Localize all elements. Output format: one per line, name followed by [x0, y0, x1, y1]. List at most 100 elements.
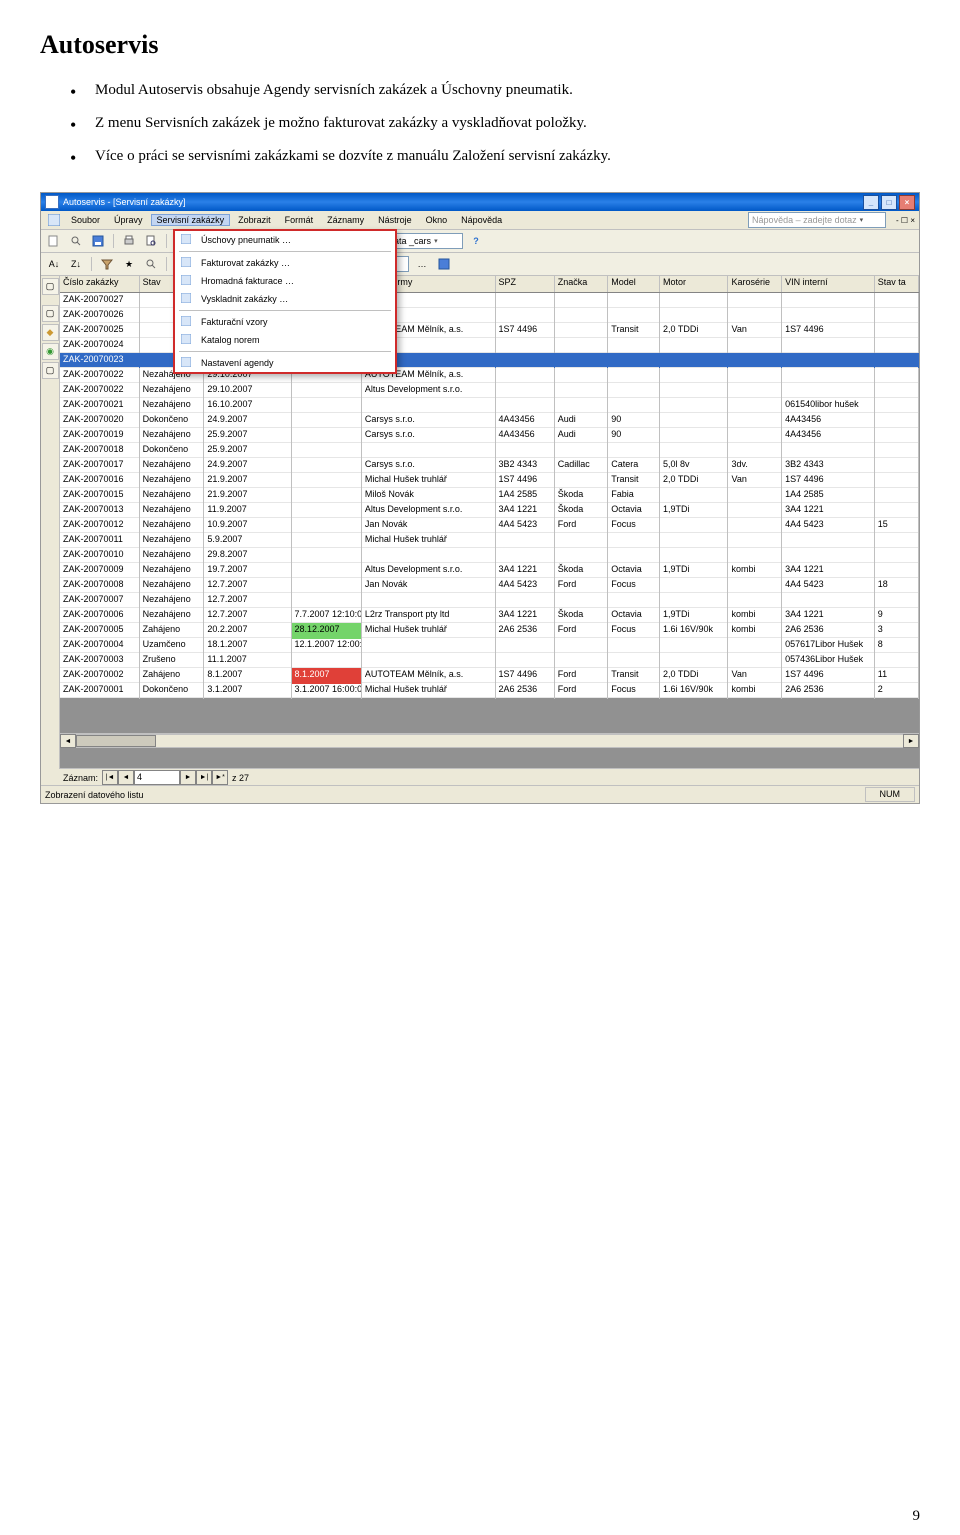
- table-cell: 8.1.2007: [292, 668, 362, 684]
- nav-next-button[interactable]: ►: [180, 770, 196, 785]
- preview-icon[interactable]: [142, 232, 160, 250]
- dropdown-item[interactable]: Hromadná fakturace …: [175, 272, 395, 290]
- table-cell: Transit: [608, 473, 660, 489]
- col-header[interactable]: Motor: [660, 276, 728, 292]
- col-header[interactable]: SPZ: [496, 276, 555, 292]
- menu-zobrazit[interactable]: Zobrazit: [232, 214, 277, 226]
- close-button[interactable]: ×: [899, 195, 915, 210]
- table-row[interactable]: ZAK-20070013Nezahájeno11.9.2007Altus Dev…: [60, 503, 919, 518]
- table-cell: [782, 308, 875, 324]
- table-row[interactable]: ZAK-20070009Nezahájeno19.7.2007Altus Dev…: [60, 563, 919, 578]
- table-cell: [660, 428, 728, 444]
- sort-asc-icon[interactable]: A↓: [45, 255, 63, 273]
- menu-nastroje[interactable]: Nástroje: [372, 214, 418, 226]
- favorite-icon[interactable]: ★: [120, 255, 138, 273]
- table-cell: [496, 593, 555, 609]
- scroll-left-button[interactable]: ◄: [60, 734, 76, 748]
- filter-more-icon[interactable]: …: [413, 255, 431, 273]
- table-row[interactable]: ZAK-20070005Zahájeno20.2.200728.12.2007M…: [60, 623, 919, 638]
- table-row[interactable]: ZAK-20070016Nezahájeno21.9.2007Michal Hu…: [60, 473, 919, 488]
- table-row[interactable]: ZAK-20070011Nezahájeno5.9.2007Michal Huš…: [60, 533, 919, 548]
- mdi-restore-icon[interactable]: - ☐ ×: [896, 216, 915, 225]
- dropdown-item[interactable]: Úschovy pneumatik …: [175, 231, 395, 249]
- table-row[interactable]: ZAK-20070003Zrušeno11.1.2007057436Libor …: [60, 653, 919, 668]
- print-icon[interactable]: [120, 232, 138, 250]
- nav-first-button[interactable]: |◄: [102, 770, 118, 785]
- table-row[interactable]: ZAK-20070019Nezahájeno25.9.2007Carsys s.…: [60, 428, 919, 443]
- col-header[interactable]: Stav ta: [875, 276, 919, 292]
- sidetool-icon[interactable]: ▢: [42, 278, 59, 295]
- statusbar: Zobrazení datového listu NUM: [41, 785, 919, 803]
- filter-icon[interactable]: [98, 255, 116, 273]
- menu-okno[interactable]: Okno: [420, 214, 454, 226]
- dropdown-item[interactable]: Fakturovat zakázky …: [175, 254, 395, 272]
- menu-format[interactable]: Formát: [279, 214, 320, 226]
- menu-zaznamy[interactable]: Záznamy: [321, 214, 370, 226]
- table-cell: Nezahájeno: [140, 488, 205, 504]
- save-icon[interactable]: [89, 232, 107, 250]
- col-header[interactable]: Číslo zakázky: [60, 276, 140, 292]
- col-header[interactable]: Model: [608, 276, 660, 292]
- menu-soubor[interactable]: Soubor: [65, 214, 106, 226]
- table-row[interactable]: ZAK-20070018Dokončeno25.9.2007: [60, 443, 919, 458]
- dropdown-item[interactable]: Vyskladnit zakázky …: [175, 290, 395, 308]
- help-icon[interactable]: ?: [467, 232, 485, 250]
- table-cell: [875, 368, 919, 384]
- maximize-button[interactable]: □: [881, 195, 897, 210]
- table-cell: [555, 323, 609, 339]
- table-row[interactable]: ZAK-20070020Dokončeno24.9.2007Carsys s.r…: [60, 413, 919, 428]
- sidetool-icon[interactable]: ▢: [42, 362, 59, 379]
- col-header[interactable]: Karosérie: [728, 276, 782, 292]
- table-row[interactable]: ZAK-20070021Nezahájeno16.10.2007061540li…: [60, 398, 919, 413]
- col-header[interactable]: VIN interní: [782, 276, 875, 292]
- nav-prev-button[interactable]: ◄: [118, 770, 134, 785]
- table-cell: [608, 368, 660, 384]
- table-row[interactable]: ZAK-20070004Uzamčeno18.1.200712.1.2007 1…: [60, 638, 919, 653]
- sidetool-icon[interactable]: ◉: [42, 343, 59, 360]
- table-cell: Škoda: [555, 608, 609, 624]
- table-cell: [362, 638, 496, 654]
- menu-servisni-zakazky[interactable]: Servisní zakázky: [151, 214, 231, 226]
- sort-desc-icon[interactable]: Z↓: [67, 255, 85, 273]
- new-icon[interactable]: [45, 232, 63, 250]
- search-icon[interactable]: [67, 232, 85, 250]
- save-filter-icon[interactable]: [435, 255, 453, 273]
- table-cell: Focus: [608, 578, 660, 594]
- dropdown-item[interactable]: Nastavení agendy: [175, 354, 395, 372]
- dropdown-item[interactable]: Katalog norem: [175, 331, 395, 349]
- record-number-field[interactable]: 4: [134, 770, 180, 785]
- scroll-thumb[interactable]: [76, 735, 156, 747]
- sidetool-icon[interactable]: ◆: [42, 324, 59, 341]
- dropdown-item[interactable]: Fakturační vzory: [175, 313, 395, 331]
- table-row[interactable]: ZAK-20070008Nezahájeno12.7.2007Jan Novák…: [60, 578, 919, 593]
- table-row[interactable]: ZAK-20070015Nezahájeno21.9.2007Miloš Nov…: [60, 488, 919, 503]
- menu-napoveda[interactable]: Nápověda: [455, 214, 508, 226]
- table-row[interactable]: ZAK-20070002Zahájeno8.1.20078.1.2007AUTO…: [60, 668, 919, 683]
- help-search-field[interactable]: Nápověda – zadejte dotaz: [748, 212, 886, 228]
- table-row[interactable]: ZAK-20070012Nezahájeno10.9.2007Jan Novák…: [60, 518, 919, 533]
- scroll-right-button[interactable]: ►: [903, 734, 919, 748]
- sidetool-icon[interactable]: ▢: [42, 305, 59, 322]
- table-cell: Zrušeno: [140, 653, 205, 669]
- nav-new-button[interactable]: ►*: [212, 770, 228, 785]
- side-toolbar: ▢ ▢ ◆ ◉ ▢: [41, 276, 60, 782]
- table-cell: [496, 338, 555, 354]
- table-row[interactable]: ZAK-20070010Nezahájeno29.8.2007: [60, 548, 919, 563]
- table-row[interactable]: ZAK-20070006Nezahájeno12.7.20077.7.2007 …: [60, 608, 919, 623]
- find-icon[interactable]: [142, 255, 160, 273]
- scroll-track[interactable]: [76, 734, 903, 748]
- table-row[interactable]: ZAK-20070017Nezahájeno24.9.2007Carsys s.…: [60, 458, 919, 473]
- table-cell: [660, 383, 728, 399]
- nav-last-button[interactable]: ►|: [196, 770, 212, 785]
- col-header[interactable]: Značka: [555, 276, 609, 292]
- table-row[interactable]: ZAK-20070007Nezahájeno12.7.2007: [60, 593, 919, 608]
- table-cell: 3A4 1221: [496, 503, 555, 519]
- app-menu-icon[interactable]: [45, 211, 63, 229]
- table-cell: [728, 503, 782, 519]
- table-row[interactable]: ZAK-20070022Nezahájeno29.10.2007Altus De…: [60, 383, 919, 398]
- table-row[interactable]: ZAK-20070001Dokončeno3.1.20073.1.2007 16…: [60, 683, 919, 698]
- table-cell: 1A4 2585: [782, 488, 875, 504]
- table-cell: [608, 353, 660, 369]
- minimize-button[interactable]: _: [863, 195, 879, 210]
- menu-upravy[interactable]: Úpravy: [108, 214, 149, 226]
